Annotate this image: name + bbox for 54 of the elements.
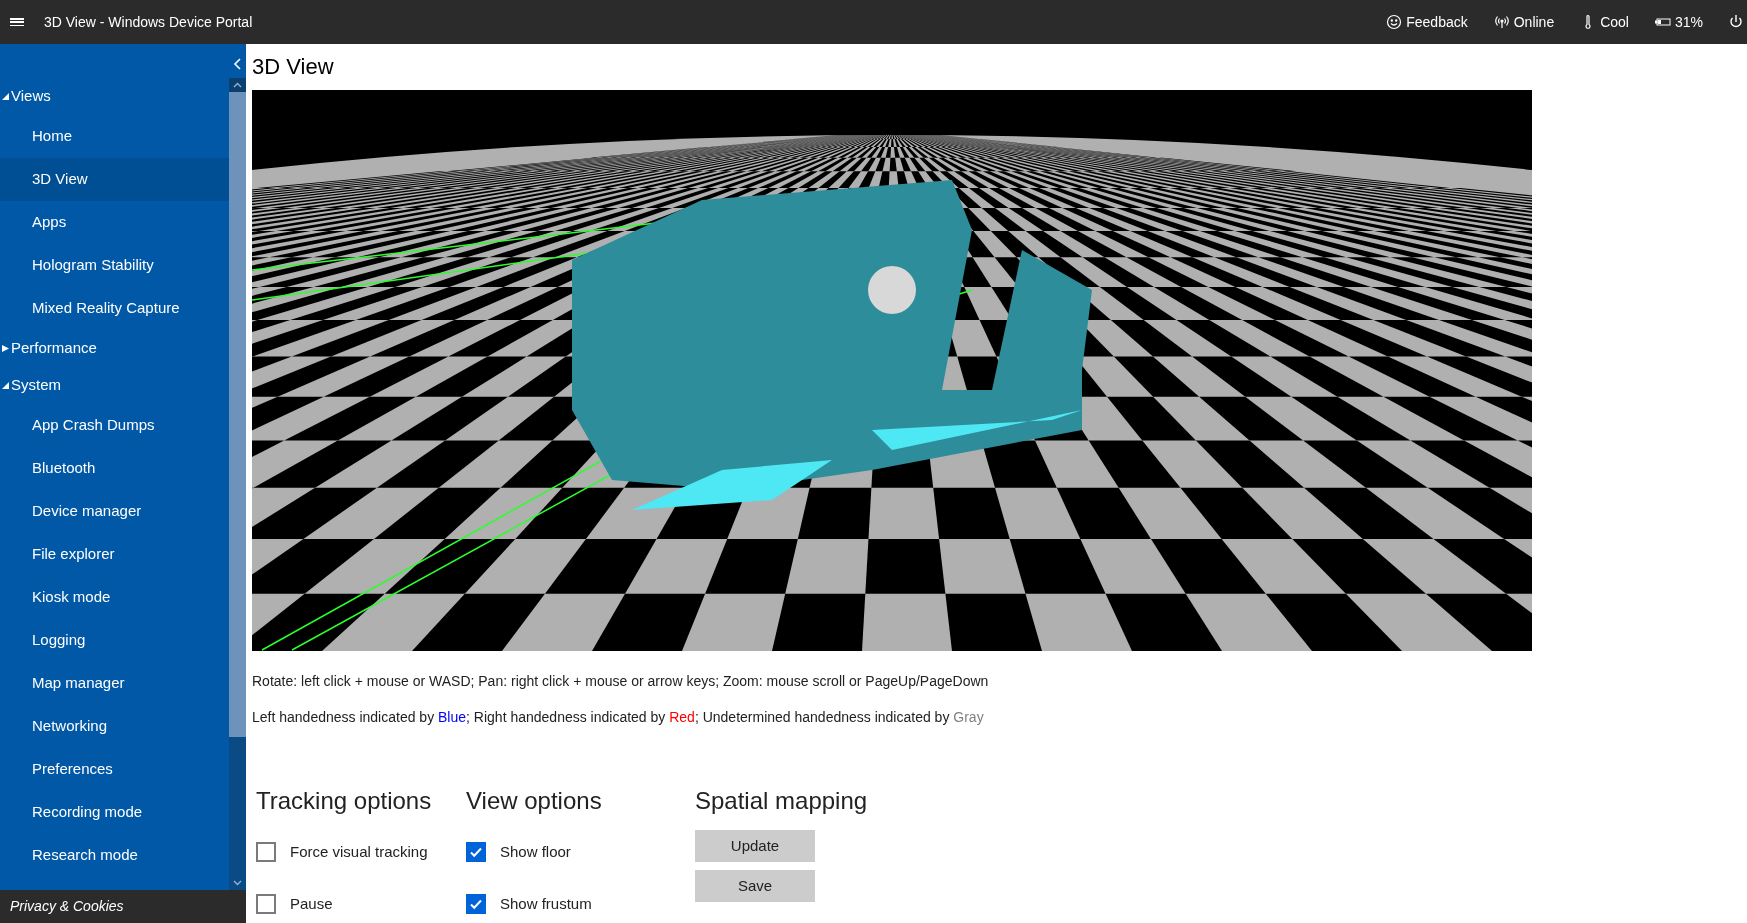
handedness-legend: Left handedness indicated by Blue; Right handedness indicated by Red; Undetermined handedness indicated by Gray	[252, 707, 1747, 728]
nav-group-header[interactable]: Performance	[0, 330, 229, 367]
nav-item[interactable]: Device manager	[0, 490, 229, 533]
checkmark-icon	[469, 897, 483, 911]
privacy-link[interactable]: Privacy & Cookies	[0, 890, 246, 923]
scrollbar-thumb[interactable]	[229, 92, 246, 737]
page-title: 3D View	[252, 54, 335, 80]
section-heading: Spatial mapping	[695, 786, 868, 816]
nav-item[interactable]: Map manager	[0, 662, 229, 705]
nav-item[interactable]: Hologram Stability	[0, 244, 229, 287]
section-heading: Tracking options	[256, 786, 433, 816]
checkbox[interactable]	[256, 842, 276, 862]
nav-item[interactable]: File explorer	[0, 533, 229, 576]
nav-item[interactable]: Kiosk mode	[0, 576, 229, 619]
spatial-mapping-button[interactable]: Update	[695, 830, 815, 862]
scroll-down-icon[interactable]	[233, 880, 242, 886]
status-button[interactable]: Feedback	[1386, 11, 1468, 33]
nav-group-header[interactable]: Views	[0, 78, 229, 115]
nav-item[interactable]: Apps	[0, 201, 229, 244]
collapse-chevron-icon[interactable]	[232, 58, 243, 70]
section-heading: View options	[466, 786, 603, 816]
nav-item[interactable]: Home	[0, 115, 229, 158]
checkbox-label: Show frustum	[500, 893, 592, 914]
scrollbar[interactable]	[229, 78, 246, 890]
spatial-mapping-button[interactable]: Save	[695, 870, 815, 902]
scroll-up-icon[interactable]	[233, 82, 242, 88]
nav-item[interactable]: Mixed Reality Capture	[0, 287, 229, 330]
battery-icon	[1654, 16, 1671, 28]
window-title: 3D View - Windows Device Portal	[44, 12, 253, 32]
nav-item[interactable]: Research mode	[0, 834, 229, 877]
nav-item[interactable]: Logging	[0, 619, 229, 662]
status-button[interactable]: Online	[1493, 11, 1555, 33]
nav-item[interactable]: Preferences	[0, 748, 229, 791]
checkbox[interactable]	[466, 894, 486, 914]
nav-item[interactable]: Bluetooth	[0, 447, 229, 490]
controls-help-text: Rotate: left click + mouse or WASD; Pan: right click + mouse or arrow keys; Zoom: mouse scroll or PageUp/PageDown	[252, 672, 990, 691]
power-icon[interactable]	[1729, 14, 1743, 30]
3d-scene-drawing[interactable]	[252, 90, 1532, 651]
status-button[interactable]: Cool	[1580, 11, 1629, 33]
checkbox-label: Pause	[290, 893, 333, 914]
checkbox[interactable]	[466, 842, 486, 862]
checkmark-icon	[469, 845, 483, 859]
nav-item[interactable]: Networking	[0, 705, 229, 748]
antenna-icon	[1493, 14, 1510, 30]
nav-item[interactable]: App Crash Dumps	[0, 404, 229, 447]
nav-item[interactable]: 3D View	[0, 158, 229, 201]
smiley-icon	[1386, 14, 1403, 30]
status-button[interactable]: 31%	[1654, 11, 1703, 33]
checkbox-label: Force visual tracking	[290, 841, 428, 862]
checkbox-label: Show floor	[500, 841, 571, 862]
checkbox[interactable]	[256, 894, 276, 914]
nav-item[interactable]: Recording mode	[0, 791, 229, 834]
nav-group-header[interactable]: System	[0, 367, 229, 404]
menu-icon[interactable]	[10, 16, 24, 28]
